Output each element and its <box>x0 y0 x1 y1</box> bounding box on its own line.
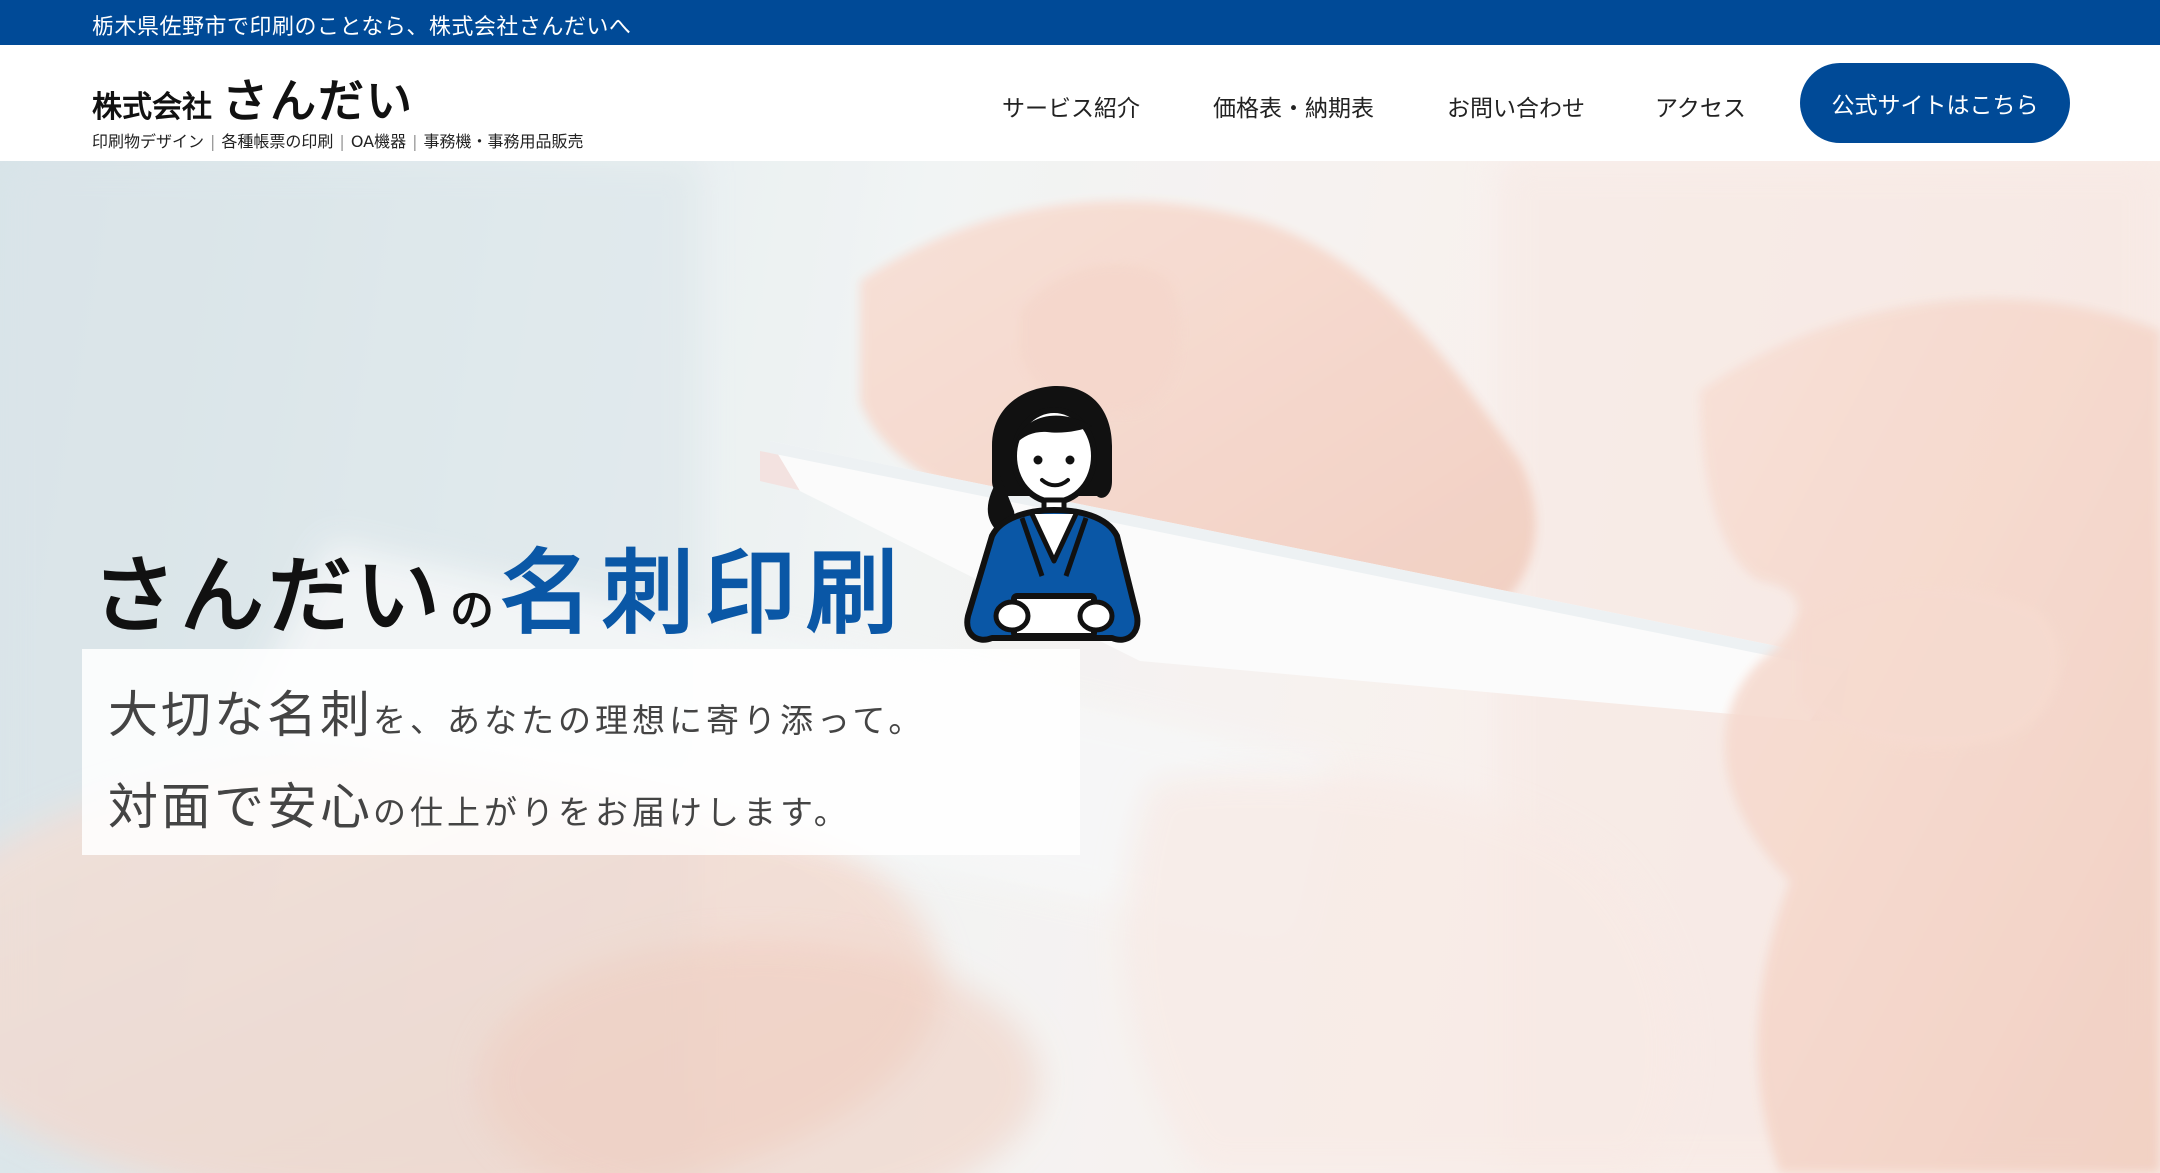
hero-line1-emphasis: 大切な名刺 <box>108 686 373 744</box>
tagline-item: 各種帳票の印刷 <box>221 132 334 151</box>
hero-message-line-1: 大切な名刺を、あなたの理想に寄り添って。 <box>108 675 925 747</box>
tagline-separator: | <box>210 132 216 151</box>
tagline-item: 事務機・事務用品販売 <box>423 132 584 151</box>
top-announcement-bar: 栃木県佐野市で印刷のことなら、株式会社さんだいへ <box>0 0 2160 45</box>
hero-line2-emphasis: 対面で安心 <box>108 778 373 836</box>
company-tagline: 印刷物デザイン | 各種帳票の印刷 | OA機器 | 事務機・事務用品販売 <box>92 128 583 152</box>
hero-title: さんだい の名刺印刷 <box>92 519 908 652</box>
tagline-item: OA機器 <box>350 132 407 151</box>
hero-title-brand: さんだい <box>92 547 445 645</box>
nav-services[interactable]: サービス紹介 <box>1002 89 1140 123</box>
hero-title-service: 名刺印刷 <box>500 540 909 647</box>
businesswoman-illustration <box>964 386 1141 643</box>
top-announcement-text: 栃木県佐野市で印刷のことなら、株式会社さんだいへ <box>92 15 632 40</box>
tagline-separator: | <box>339 132 345 151</box>
tagline-item: 印刷物デザイン <box>92 132 205 151</box>
nav-access[interactable]: アクセス <box>1655 89 1746 123</box>
logo-name: さんだい <box>222 74 414 128</box>
site-header: 株式会社 さんだい 印刷物デザイン | 各種帳票の印刷 | OA機器 | 事務機・事務用品販売… <box>0 45 2160 161</box>
hero-line2-rest: の仕上がりをお届けします。 <box>373 793 851 832</box>
site-logo[interactable]: 株式会社 さんだい <box>92 65 414 131</box>
hero-message-box: 大切な名刺を、あなたの理想に寄り添って。 対面で安心の仕上がりをお届けします。 <box>82 649 1080 855</box>
hero-title-particle: の <box>450 585 495 636</box>
hero-section: さんだい の名刺印刷 大切な名刺を、あなたの理想に寄り添って。 対面で安心の仕上が… <box>0 161 2160 1173</box>
nav-contact[interactable]: お問い合わせ <box>1447 89 1585 123</box>
nav-price-list[interactable]: 価格表・納期表 <box>1213 89 1374 123</box>
logo-prefix: 株式会社 <box>92 90 212 125</box>
hero-line1-rest: を、あなたの理想に寄り添って。 <box>373 701 926 740</box>
official-site-button[interactable]: 公式サイトはこちら <box>1800 63 2070 143</box>
hero-message-line-2: 対面で安心の仕上がりをお届けします。 <box>108 767 851 839</box>
tagline-separator: | <box>412 132 418 151</box>
